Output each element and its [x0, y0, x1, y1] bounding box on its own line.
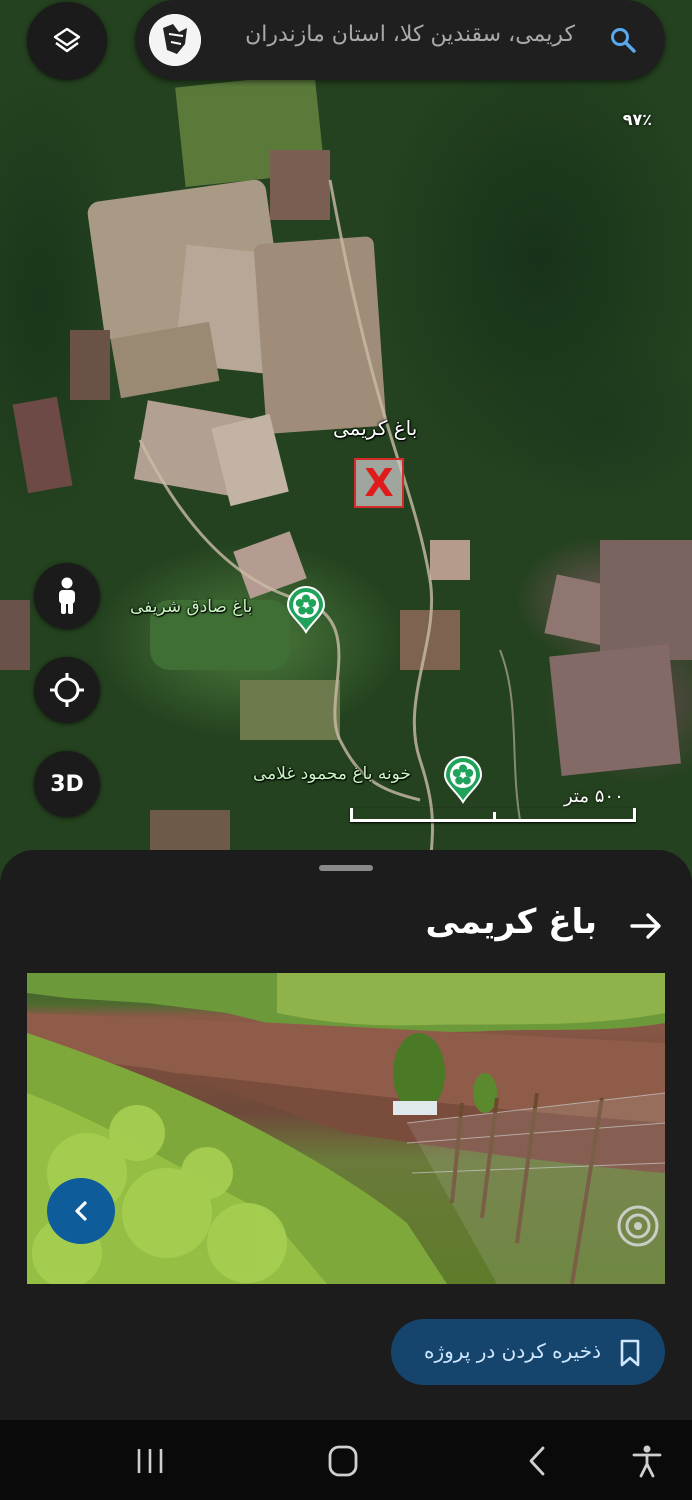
chevron-left-icon: [75, 1201, 87, 1221]
zoom-indicator: ۹۷٪: [622, 110, 652, 129]
back-icon[interactable]: [518, 1444, 558, 1478]
accessibility-icon[interactable]: [627, 1444, 667, 1478]
garden-pin-icon[interactable]: [443, 756, 483, 804]
my-location-button[interactable]: [34, 657, 100, 723]
save-to-project-label: ذخیره کردن در پروژه: [423, 1339, 601, 1363]
arrow-right-icon[interactable]: [626, 908, 666, 944]
search-bar[interactable]: کریمی، سقندین کلا، استان مازندران: [135, 0, 665, 80]
place-details-sheet[interactable]: باغ کریمی ذخیره کردن در پروژه: [0, 850, 692, 1420]
photo-scene: [27, 973, 665, 1284]
target-marker[interactable]: X: [354, 458, 404, 508]
layers-icon: [53, 27, 81, 53]
sheet-drag-handle[interactable]: [319, 865, 373, 871]
home-icon[interactable]: [323, 1444, 363, 1478]
map-roads: [138, 179, 521, 880]
pegman-icon: [59, 577, 75, 614]
search-icon[interactable]: [609, 26, 637, 54]
recent-apps-icon[interactable]: [130, 1444, 170, 1478]
map-label-poi[interactable]: خونه باغ محمود غلامی: [253, 764, 411, 784]
crosshair-icon: [50, 673, 84, 707]
place-title: باغ کریمی: [425, 902, 597, 942]
bookmark-icon: [620, 1339, 640, 1367]
search-input[interactable]: کریمی، سقندین کلا، استان مازندران: [215, 22, 575, 47]
save-to-project-button[interactable]: ذخیره کردن در پروژه: [391, 1319, 665, 1385]
scale-bar: [350, 808, 636, 822]
street-view-360-icon[interactable]: [615, 1203, 661, 1249]
place-photo[interactable]: [27, 973, 665, 1284]
street-view-button[interactable]: [34, 563, 100, 629]
photo-previous-button[interactable]: [47, 1178, 115, 1244]
3d-toggle-button[interactable]: 3D: [34, 751, 100, 817]
layers-button[interactable]: [27, 2, 107, 80]
garden-pin-icon[interactable]: [286, 586, 326, 634]
satellite-map[interactable]: کریمی، سقندین کلا، استان مازندران ۹۷٪ با…: [0, 0, 692, 880]
map-label-main-place[interactable]: باغ کریمی: [333, 416, 417, 440]
map-label-poi[interactable]: باغ صادق شریفی: [130, 597, 252, 617]
system-navigation-bar: [0, 1420, 692, 1500]
avatar[interactable]: [149, 14, 201, 66]
scale-label: ۵۰۰ متر: [564, 786, 624, 807]
